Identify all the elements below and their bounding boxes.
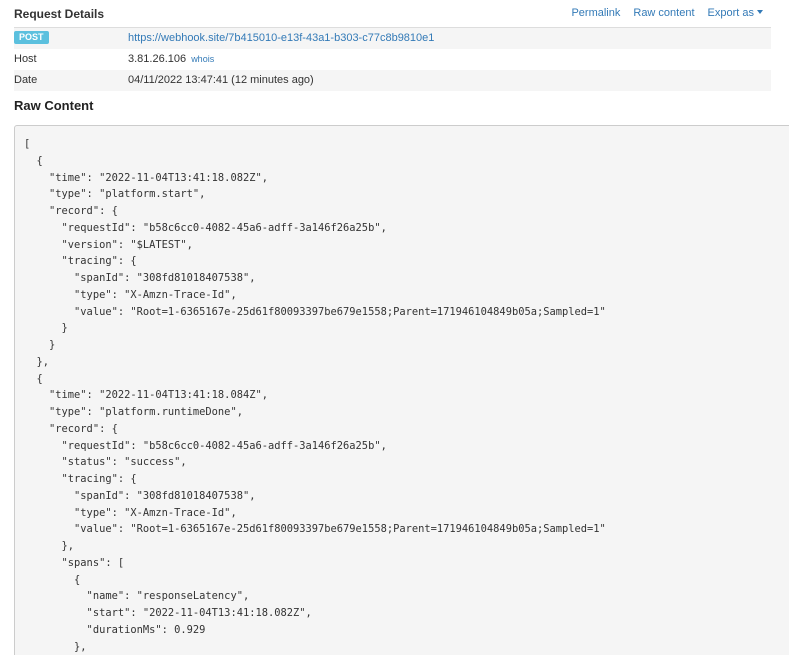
date-label: Date [14, 74, 38, 86]
raw-content-body: [ { "time": "2022-11-04T13:41:18.082Z", … [24, 138, 606, 653]
method-cell: POST [14, 28, 49, 49]
url-cell: https://webhook.site/7b415010-e13f-43a1-… [128, 28, 434, 49]
method-badge: POST [14, 31, 49, 44]
request-url-link[interactable]: https://webhook.site/7b415010-e13f-43a1-… [128, 32, 434, 44]
caret-down-icon [757, 10, 763, 14]
export-as-label: Export as [707, 7, 754, 19]
host-label: Host [14, 53, 37, 65]
request-details-header: Request Details Permalink Raw content Ex… [14, 0, 771, 28]
request-details-title: Request Details [14, 7, 105, 21]
whois-link[interactable]: whois [191, 54, 214, 64]
request-page: Request Details Permalink Raw content Ex… [0, 0, 789, 655]
method-row: POST https://webhook.site/7b415010-e13f-… [14, 28, 771, 49]
host-row: Host 3.81.26.106 whois [14, 49, 771, 70]
date-value: 04/11/2022 13:47:41 (12 minutes ago) [128, 74, 314, 86]
export-as-dropdown[interactable]: Export as [708, 7, 763, 19]
request-details-table: POST https://webhook.site/7b415010-e13f-… [14, 28, 771, 91]
raw-content-panel[interactable]: [ { "time": "2022-11-04T13:41:18.082Z", … [14, 125, 789, 655]
raw-content-title: Raw Content [14, 98, 94, 113]
date-row: Date 04/11/2022 13:47:41 (12 minutes ago… [14, 70, 771, 91]
host-value: 3.81.26.106 whois [128, 49, 214, 70]
host-ip: 3.81.26.106 [128, 53, 187, 65]
permalink-link[interactable]: Permalink [571, 7, 620, 19]
raw-content-link[interactable]: Raw content [633, 7, 694, 19]
header-links: Permalink Raw content Export as [571, 7, 763, 19]
